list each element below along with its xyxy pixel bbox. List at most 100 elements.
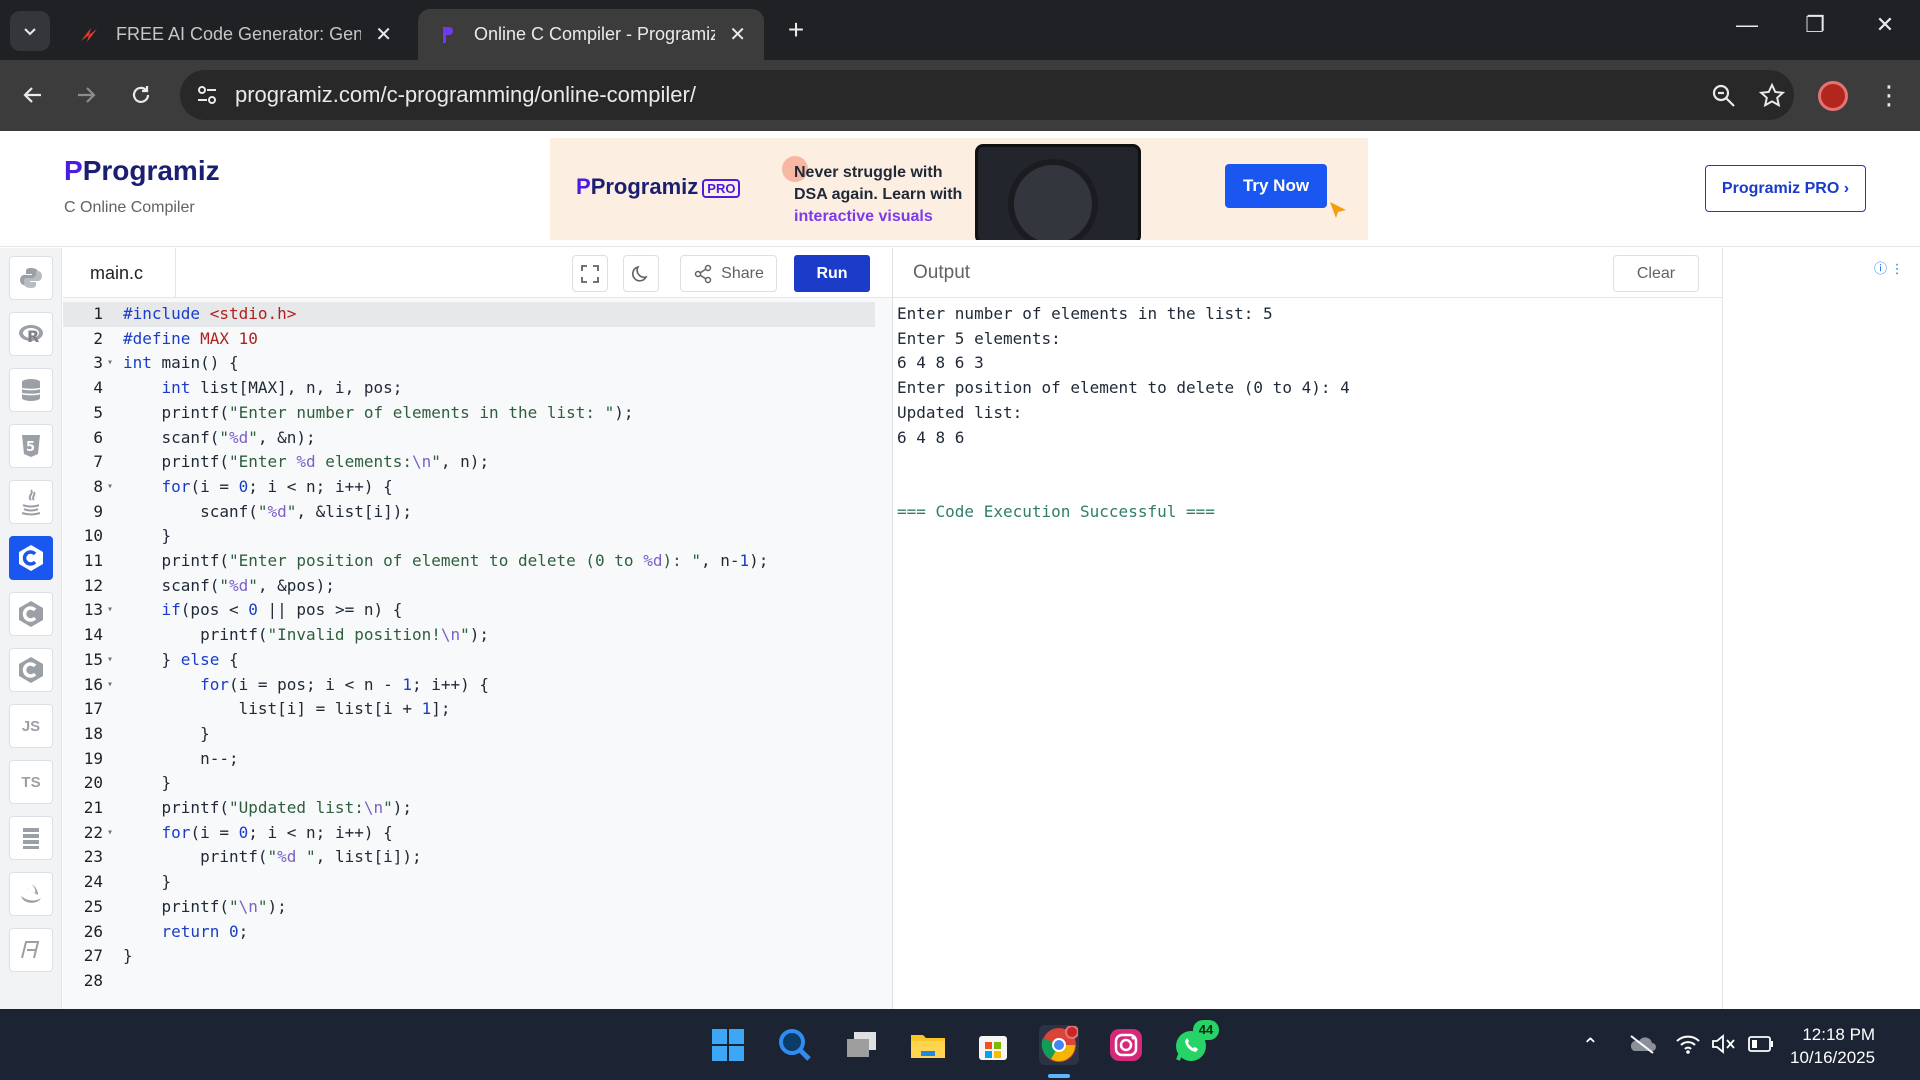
back-button[interactable] [15, 77, 51, 113]
battery-icon[interactable] [1748, 1035, 1774, 1053]
lang-js-button[interactable]: JS [9, 704, 53, 748]
code-editor[interactable]: 1 #include <stdio.h> 2 #define MAX 10 3 ▾ int … [63, 298, 892, 1009]
wifi-icon[interactable] [1675, 1033, 1701, 1055]
tab-search-button[interactable] [10, 11, 50, 51]
code-line[interactable]: 22 ▾ for(i = 0; i < n; i++) { [63, 821, 875, 846]
tab-ai-code-generator[interactable]: FREE AI Code Generator: Gener ✕ [60, 9, 410, 60]
lang-python-button[interactable] [9, 256, 53, 300]
bookmark-star-icon[interactable] [1758, 82, 1786, 110]
code-line[interactable]: 24 } [63, 870, 875, 895]
lang-java-button[interactable] [9, 480, 53, 524]
line-number: 27 [83, 946, 103, 966]
fold-toggle-icon[interactable]: ▾ [107, 648, 113, 673]
code-line[interactable]: 26 return 0; [63, 920, 875, 945]
profile-avatar[interactable] [1818, 81, 1848, 111]
code-line[interactable]: 2 #define MAX 10 [63, 327, 875, 352]
lang-r-button[interactable]: R [9, 312, 53, 356]
code-line[interactable]: 19 n--; [63, 747, 875, 772]
code-line[interactable]: 21 printf("Updated list:\n"); [63, 796, 875, 821]
try-now-button[interactable]: Try Now [1225, 164, 1327, 208]
promo-banner[interactable]: PProgramiz PRO Never struggle with DSA ag… [550, 138, 1368, 240]
programiz-logo[interactable]: PProgramiz [64, 155, 220, 187]
code-line[interactable]: 8 ▾ for(i = 0; i < n; i++) { [63, 475, 875, 500]
volume-muted-icon[interactable] [1710, 1033, 1736, 1055]
code-line[interactable]: 4 int list[MAX], n, i, pos; [63, 376, 875, 401]
lang-go-button[interactable] [9, 816, 53, 860]
file-explorer-button[interactable] [908, 1025, 948, 1065]
fold-toggle-icon[interactable]: ▾ [107, 598, 113, 623]
programiz-pro-button[interactable]: Programiz PRO › [1705, 165, 1866, 212]
chrome-button[interactable] [1039, 1025, 1079, 1065]
browser-menu-icon[interactable]: ⋮ [1876, 77, 1902, 113]
code-line[interactable]: 20 } [63, 771, 875, 796]
code-line[interactable]: 1 #include <stdio.h> [63, 302, 875, 327]
code-line[interactable]: 27} [63, 944, 875, 969]
microsoft-store-button[interactable] [973, 1025, 1013, 1065]
code-line[interactable]: 13 ▾ if(pos < 0 || pos >= n) { [63, 598, 875, 623]
fold-toggle-icon[interactable]: ▾ [107, 673, 113, 698]
code-line[interactable]: 11 printf("Enter position of element to … [63, 549, 875, 574]
code-text: printf("Enter position of element to del… [123, 551, 769, 570]
fold-toggle-icon[interactable]: ▾ [107, 821, 113, 846]
fold-toggle-icon[interactable]: ▾ [107, 475, 113, 500]
code-line[interactable]: 10 } [63, 524, 875, 549]
code-line[interactable]: 3 ▾ int main() { [63, 351, 875, 376]
address-bar[interactable]: programiz.com/c-programming/online-compi… [180, 70, 1794, 120]
start-button[interactable] [708, 1025, 748, 1065]
onedrive-icon[interactable] [1628, 1033, 1656, 1055]
close-tab-icon[interactable]: ✕ [729, 22, 746, 47]
tab-title: FREE AI Code Generator: Gener [116, 24, 362, 44]
code-line[interactable]: 18 } [63, 722, 875, 747]
code-line[interactable]: 28 [63, 969, 875, 994]
system-clock[interactable]: 12:18 PM 10/16/2025 [1790, 1023, 1875, 1069]
code-line[interactable]: 15 ▾ } else { [63, 648, 875, 673]
lang-swift-button[interactable] [9, 872, 53, 916]
fold-toggle-icon[interactable]: ▾ [107, 351, 113, 376]
new-tab-button[interactable]: + [780, 14, 812, 46]
site-settings-icon[interactable] [194, 82, 220, 108]
code-line[interactable]: 6 scanf("%d", &n); [63, 426, 875, 451]
lang-php-button[interactable] [9, 928, 53, 972]
output-console[interactable]: Enter number of elements in the list: 5 E… [893, 298, 1722, 1009]
zoom-icon[interactable] [1710, 82, 1738, 110]
html5-icon: 5 [22, 435, 40, 457]
lang-csharp-button[interactable] [9, 648, 53, 692]
theme-toggle-button[interactable] [623, 255, 659, 292]
code-line[interactable]: 25 printf("\n"); [63, 895, 875, 920]
show-hidden-icons-button[interactable]: ⌃ [1582, 1033, 1599, 1058]
code-text: printf("Invalid position!\n"); [123, 625, 490, 645]
task-view-button[interactable] [842, 1025, 882, 1065]
forward-button[interactable] [68, 77, 104, 113]
file-tab-main-c[interactable]: main.c [63, 248, 176, 298]
output-line: Enter 5 elements: [897, 328, 1061, 348]
close-window-button[interactable]: ✕ [1862, 12, 1908, 38]
code-line[interactable]: 14 printf("Invalid position!\n"); [63, 623, 875, 648]
code-line[interactable]: 16 ▾ for(i = pos; i < n - 1; i++) { [63, 673, 875, 698]
code-line[interactable]: 23 printf("%d ", list[i]); [63, 845, 875, 870]
clear-button[interactable]: Clear [1613, 255, 1699, 292]
lang-c-button[interactable] [9, 536, 53, 580]
line-number: 17 [83, 699, 103, 719]
minimize-button[interactable]: — [1724, 12, 1770, 38]
lang-cpp-button[interactable] [9, 592, 53, 636]
lang-sql-button[interactable] [9, 368, 53, 412]
code-line[interactable]: 17 list[i] = list[i + 1]; [63, 697, 875, 722]
csharp-icon [19, 657, 43, 683]
lang-ts-button[interactable]: TS [9, 760, 53, 804]
code-line[interactable]: 7 printf("Enter %d elements:\n", n); [63, 450, 875, 475]
tab-online-c-compiler[interactable]: Online C Compiler - Programiz ✕ [418, 9, 764, 60]
search-button[interactable] [775, 1025, 815, 1065]
code-line[interactable]: 9 scanf("%d", &list[i]); [63, 500, 875, 525]
reload-button[interactable] [123, 77, 159, 113]
ad-info-icon[interactable]: ⓘ ⋮ [1874, 258, 1904, 277]
code-line[interactable]: 12 scanf("%d", &pos); [63, 574, 875, 599]
code-line[interactable]: 5 printf("Enter number of elements in th… [63, 401, 875, 426]
run-button[interactable]: Run [794, 255, 870, 292]
lang-html-button[interactable]: 5 [9, 424, 53, 468]
instagram-button[interactable] [1106, 1025, 1146, 1065]
share-button[interactable]: Share [680, 255, 777, 292]
restore-button[interactable]: ❐ [1792, 12, 1838, 38]
url-text[interactable]: programiz.com/c-programming/online-compi… [235, 82, 696, 108]
close-tab-icon[interactable]: ✕ [375, 22, 392, 47]
fullscreen-button[interactable] [572, 255, 608, 292]
